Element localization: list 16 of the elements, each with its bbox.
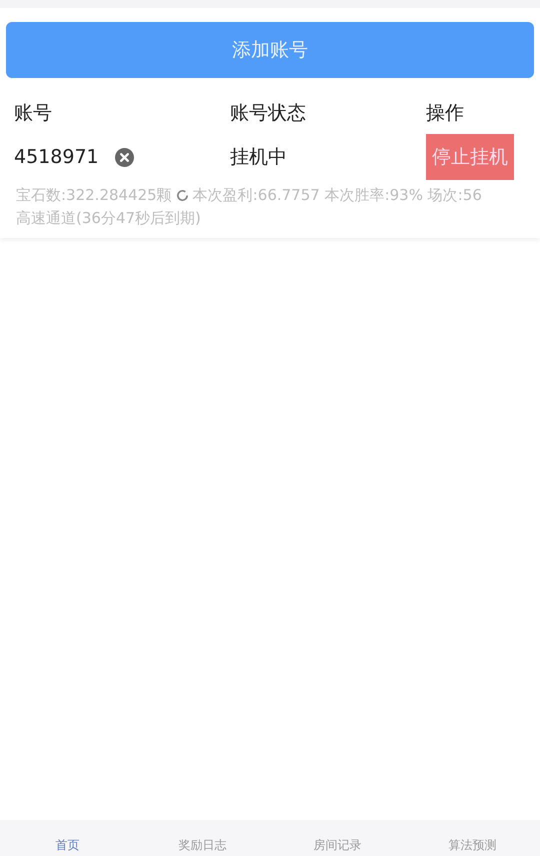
channel-expiry: 高速通道(36分47秒后到期) [16,209,202,228]
add-account-button[interactable]: 添加账号 [6,22,534,78]
account-status: 挂机中 [230,145,288,170]
tab[interactable]: 房间记录 [270,820,405,856]
session-stats: 本次盈利:66.7757 本次胜率:93% 场次:56 [192,186,482,205]
stop-button[interactable]: 停止挂机 [426,134,514,180]
refresh-icon [176,189,189,202]
column-header: 操作 [426,101,465,126]
column-header: 账号 [14,101,53,126]
tab[interactable]: 首页 [0,820,135,856]
tab[interactable]: 奖励日志 [135,820,270,856]
tab[interactable]: 算法预测 [405,820,540,856]
clear-icon[interactable] [114,148,134,166]
column-header: 账号状态 [230,101,307,126]
account-number: 4518971 [14,146,99,168]
gem-count: 宝石数:322.284425颗 [16,186,172,205]
